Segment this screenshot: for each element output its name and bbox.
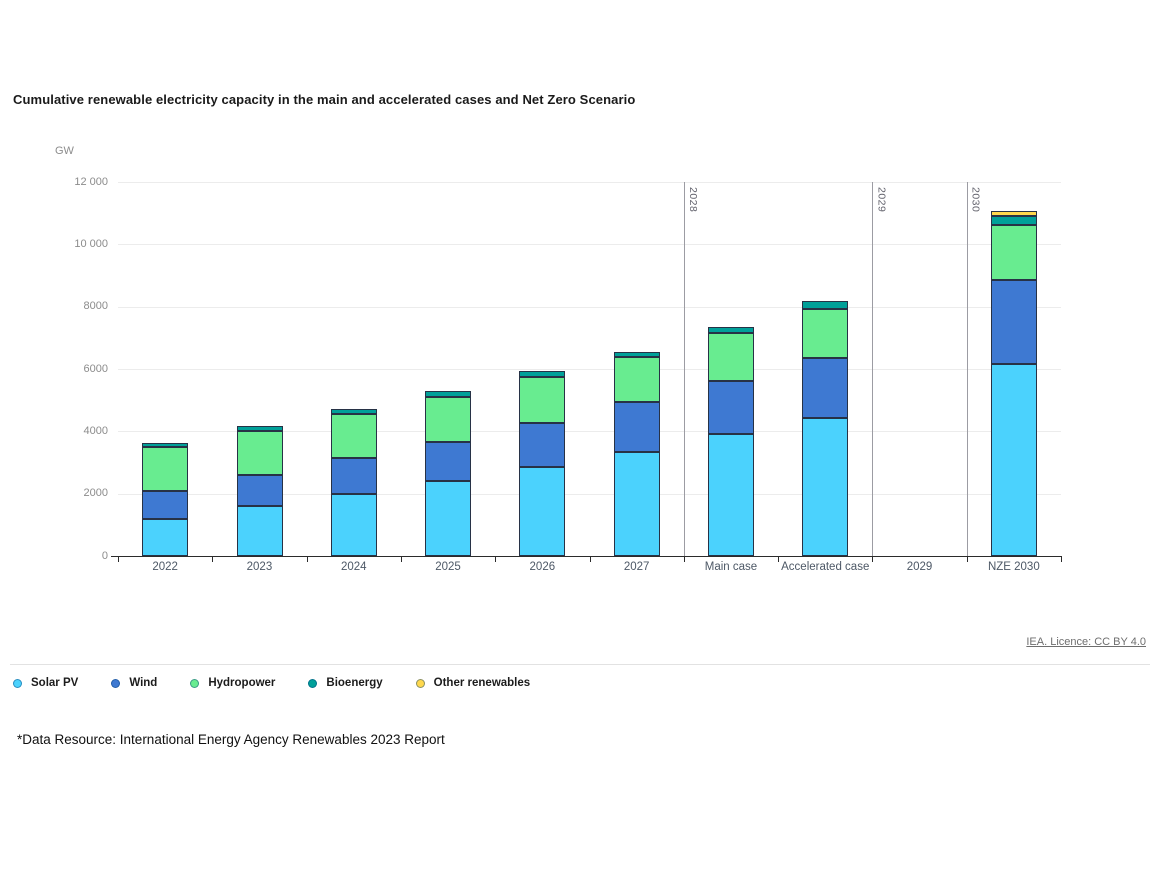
annotation-label-2028: 2028 xyxy=(687,187,699,212)
x-axis-label: 2023 xyxy=(212,561,306,573)
bar-nze-2030 xyxy=(991,211,1037,556)
bioenergy-segment xyxy=(802,301,848,308)
solar-pv-segment xyxy=(237,506,283,556)
y-axis-zero-tick xyxy=(111,556,118,557)
wind-segment xyxy=(614,402,660,451)
x-axis-label: 2022 xyxy=(118,561,212,573)
x-axis-label: 2025 xyxy=(401,561,495,573)
bar-2024 xyxy=(331,409,377,556)
bar-2023 xyxy=(237,426,283,556)
hydropower-segment xyxy=(425,397,471,442)
legend-item-bioenergy[interactable]: Bioenergy xyxy=(308,677,382,689)
annotation-line-2030 xyxy=(967,182,968,556)
wind-segment xyxy=(142,491,188,519)
y-axis-tick-label: 8000 xyxy=(0,300,108,312)
gridline xyxy=(118,307,1061,308)
chart-title: Cumulative renewable electricity capacit… xyxy=(13,92,635,107)
annotation-line-2028 xyxy=(684,182,685,556)
annotation-line-2029 xyxy=(872,182,873,556)
legend-item-wind[interactable]: Wind xyxy=(111,677,157,689)
y-axis-tick-label: 2000 xyxy=(0,487,108,499)
solar-pv-segment xyxy=(425,481,471,556)
hydropower-segment xyxy=(237,431,283,475)
y-axis-tick-label: 12 000 xyxy=(0,176,108,188)
y-axis-tick-label: 0 xyxy=(0,550,108,562)
legend-swatch-icon xyxy=(190,679,199,688)
legend-label: Solar PV xyxy=(31,677,78,689)
bar-main-case xyxy=(708,327,754,556)
x-axis-tick xyxy=(1061,556,1062,562)
gridline xyxy=(118,369,1061,370)
solar-pv-segment xyxy=(614,452,660,556)
legend-swatch-icon xyxy=(111,679,120,688)
source-note: *Data Resource: International Energy Age… xyxy=(17,732,445,747)
x-axis-label: 2027 xyxy=(590,561,684,573)
legend-item-hydropower[interactable]: Hydropower xyxy=(190,677,275,689)
annotation-label-2029: 2029 xyxy=(875,187,887,212)
hydropower-segment xyxy=(991,225,1037,280)
hydropower-segment xyxy=(519,377,565,423)
y-axis-tick-label: 10 000 xyxy=(0,238,108,250)
legend-label: Hydropower xyxy=(208,677,275,689)
x-axis-label: Accelerated case xyxy=(778,561,872,573)
chart-legend: Solar PV Wind Hydropower Bioenergy Other ren… xyxy=(13,677,530,689)
hydropower-segment xyxy=(614,357,660,402)
bar-2026 xyxy=(519,371,565,556)
legend-item-solar-pv[interactable]: Solar PV xyxy=(13,677,78,689)
bar-accelerated-case xyxy=(802,301,848,556)
wind-segment xyxy=(331,458,377,493)
x-axis-label: 2024 xyxy=(307,561,401,573)
solar-pv-segment xyxy=(991,364,1037,556)
licence-link[interactable]: IEA. Licence: CC BY 4.0 xyxy=(1026,636,1146,648)
wind-segment xyxy=(425,442,471,481)
y-axis-tick-label: 4000 xyxy=(0,425,108,437)
gridline xyxy=(118,244,1061,245)
x-axis-label: 2026 xyxy=(495,561,589,573)
legend-label: Wind xyxy=(129,677,157,689)
bar-2022 xyxy=(142,443,188,556)
iea-chart-page: Cumulative renewable electricity capacit… xyxy=(0,0,1160,870)
wind-segment xyxy=(237,475,283,506)
solar-pv-segment xyxy=(331,494,377,556)
legend-swatch-icon xyxy=(308,679,317,688)
hydropower-segment xyxy=(708,333,754,381)
hydropower-segment xyxy=(331,414,377,459)
legend-swatch-icon xyxy=(416,679,425,688)
x-axis-label: NZE 2030 xyxy=(967,561,1061,573)
solar-pv-segment xyxy=(802,418,848,556)
wind-segment xyxy=(519,423,565,466)
y-axis-unit-label: GW xyxy=(55,145,74,157)
bioenergy-segment xyxy=(991,216,1037,225)
y-axis-tick-label: 6000 xyxy=(0,363,108,375)
legend-divider xyxy=(10,664,1150,665)
gridline xyxy=(118,182,1061,183)
wind-segment xyxy=(708,381,754,435)
x-axis-label: 2029 xyxy=(872,561,966,573)
hydropower-segment xyxy=(802,309,848,359)
solar-pv-segment xyxy=(519,467,565,556)
bar-2027 xyxy=(614,352,660,556)
wind-segment xyxy=(802,358,848,418)
wind-segment xyxy=(991,280,1037,365)
legend-swatch-icon xyxy=(13,679,22,688)
bar-2025 xyxy=(425,391,471,556)
hydropower-segment xyxy=(142,447,188,491)
legend-item-other-renewables[interactable]: Other renewables xyxy=(416,677,531,689)
legend-label: Bioenergy xyxy=(326,677,382,689)
x-axis-label: Main case xyxy=(684,561,778,573)
solar-pv-segment xyxy=(142,519,188,556)
annotation-label-2030: 2030 xyxy=(970,187,982,212)
solar-pv-segment xyxy=(708,434,754,556)
legend-label: Other renewables xyxy=(434,677,531,689)
